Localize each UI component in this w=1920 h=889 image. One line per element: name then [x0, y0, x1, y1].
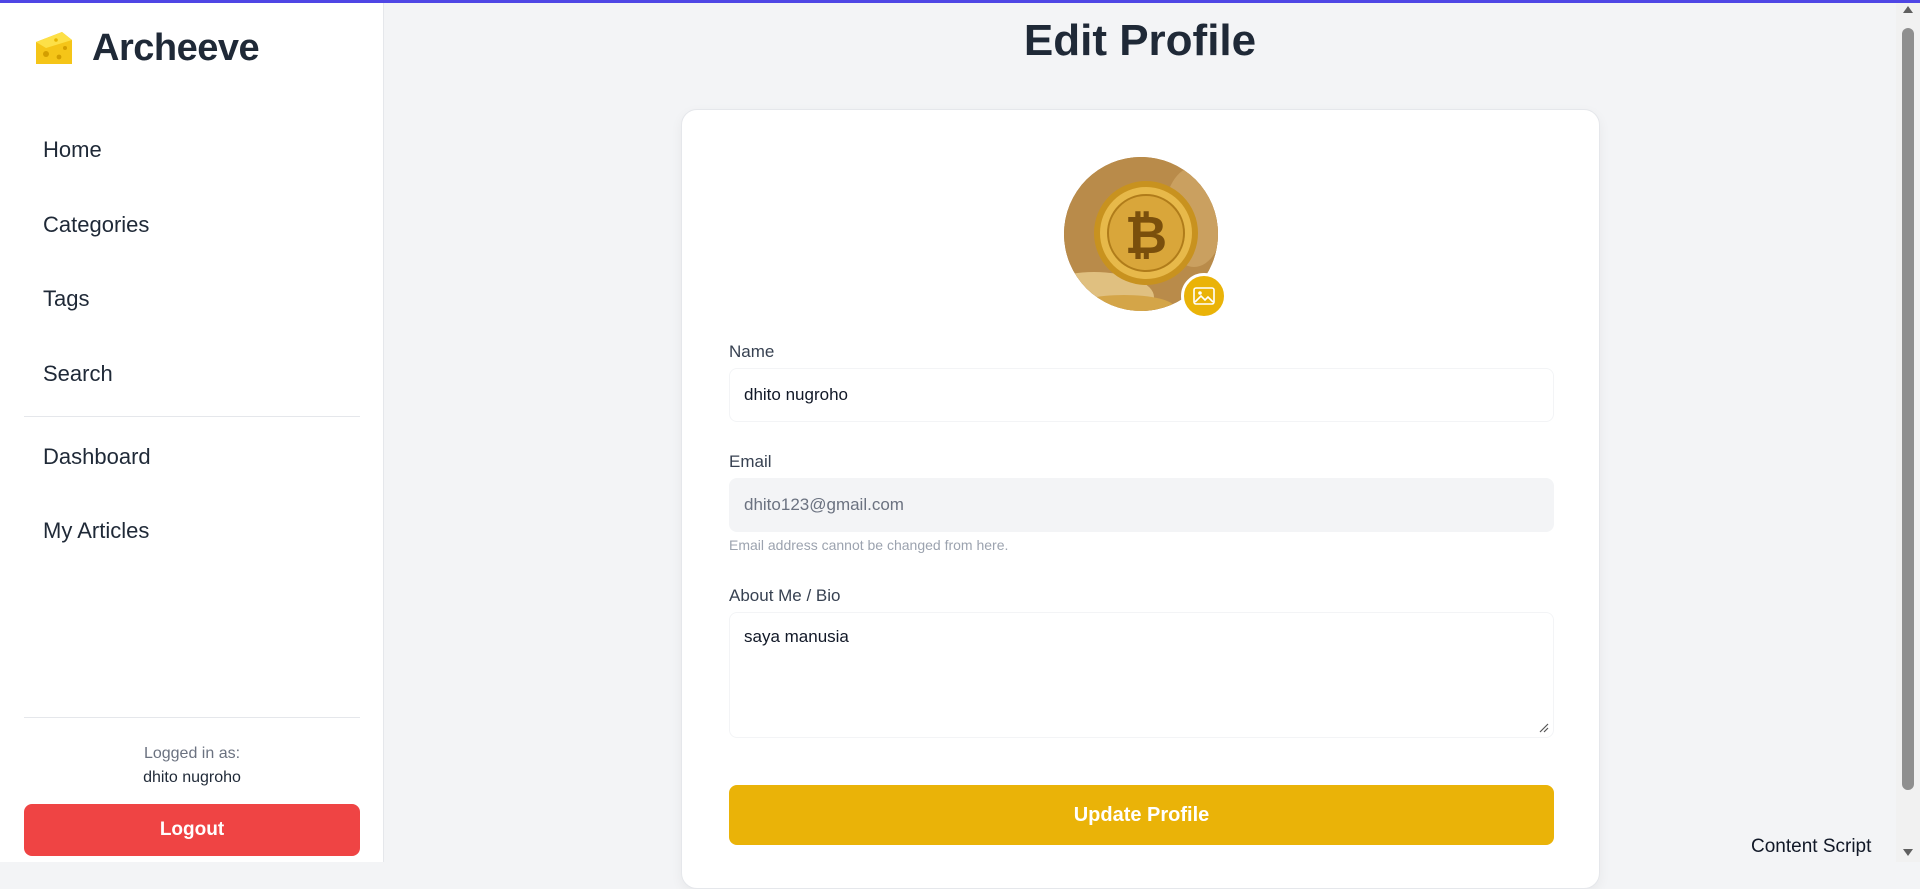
- avatar-container: ₿: [1064, 157, 1227, 319]
- page-title: Edit Profile: [1023, 16, 1257, 65]
- sidebar-item-categories[interactable]: Categories: [24, 197, 360, 253]
- email-hint: Email address cannot be changed from her…: [729, 537, 1009, 553]
- logout-button[interactable]: Logout: [24, 804, 360, 856]
- edit-profile-card: ₿ Name dhito nugroho Email dhito123@gmai…: [681, 109, 1600, 889]
- brand-name: Archeeve: [92, 26, 260, 69]
- bio-textarea-value: saya manusia: [744, 627, 849, 646]
- sidebar-item-dashboard[interactable]: Dashboard: [24, 429, 360, 485]
- sidebar-item-tags[interactable]: Tags: [24, 271, 360, 327]
- scroll-thumb[interactable]: [1902, 28, 1914, 790]
- scroll-up-arrow-icon[interactable]: [1903, 6, 1913, 13]
- resize-grip-icon[interactable]: [1539, 723, 1549, 733]
- top-accent-line: [0, 0, 1920, 3]
- sidebar-footer: Logged in as: dhito nugroho Logout: [24, 717, 360, 856]
- image-icon: [1193, 287, 1215, 305]
- brand[interactable]: Archeeve: [32, 24, 260, 72]
- sidebar: Archeeve Home Categories Tags Search Das…: [0, 0, 384, 862]
- cheese-icon: [36, 32, 72, 64]
- change-photo-button[interactable]: [1181, 273, 1227, 319]
- logged-in-label: Logged in as:: [143, 745, 241, 762]
- sidebar-item-search[interactable]: Search: [24, 346, 360, 402]
- sidebar-nav: Home Categories Tags Search Dashboard My…: [24, 122, 360, 577]
- email-label: Email: [729, 452, 772, 471]
- name-label: Name: [729, 342, 775, 361]
- bio-label: About Me / Bio: [729, 586, 841, 605]
- scroll-down-arrow-icon[interactable]: [1903, 849, 1913, 856]
- content-script-label: Content Script: [1751, 836, 1872, 857]
- svg-text:₿: ₿: [1125, 206, 1167, 266]
- sidebar-item-my-articles[interactable]: My Articles: [24, 503, 360, 559]
- email-input: dhito123@gmail.com: [729, 478, 1554, 532]
- sidebar-item-home[interactable]: Home: [24, 122, 360, 178]
- update-profile-button[interactable]: Update Profile: [729, 785, 1554, 845]
- logged-in-user: dhito nugroho: [143, 769, 241, 786]
- email-input-value: dhito123@gmail.com: [744, 495, 904, 514]
- bio-textarea[interactable]: saya manusia: [729, 612, 1554, 738]
- name-input[interactable]: dhito nugroho: [729, 368, 1554, 422]
- scrollbar[interactable]: [1896, 0, 1920, 862]
- name-input-value: dhito nugroho: [744, 385, 848, 404]
- nav-divider: [24, 416, 360, 417]
